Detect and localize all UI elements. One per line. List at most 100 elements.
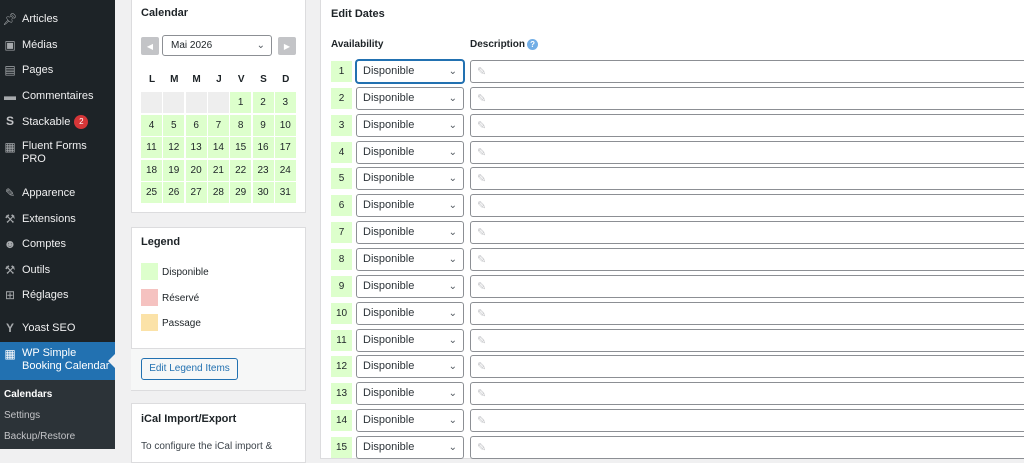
calendar-day[interactable]: 20	[185, 159, 207, 181]
description-input[interactable]: ✎	[470, 328, 1024, 352]
calendar-day[interactable]: 30	[252, 182, 274, 203]
availability-select[interactable]: Disponible ⌄	[356, 86, 464, 110]
sidebar-item-reglages[interactable]: ⊞ Réglages	[0, 288, 115, 304]
calendar-day[interactable]: 18	[141, 159, 162, 181]
calendar-day[interactable]: 19	[163, 159, 185, 181]
availability-select[interactable]: Disponible ⌄	[356, 274, 464, 298]
month-select[interactable]: Mai 2026 ⌄	[162, 35, 272, 56]
legend-swatch-available	[141, 263, 158, 280]
calendar-day[interactable]: 7	[207, 114, 229, 136]
calendar-day[interactable]: 31	[274, 182, 296, 203]
calendar-day[interactable]: 4	[141, 114, 162, 136]
chevron-down-icon: ⌄	[448, 280, 457, 292]
availability-select[interactable]: Disponible ⌄	[356, 409, 464, 433]
sidebar-item-comptes[interactable]: ☻ Comptes	[0, 237, 115, 253]
calendar-day[interactable]: 24	[274, 159, 296, 181]
availability-select[interactable]: Disponible ⌄	[356, 382, 464, 406]
description-input[interactable]: ✎	[470, 247, 1024, 271]
calendar-day[interactable]: 14	[207, 137, 229, 158]
calendar-day[interactable]: 10	[274, 114, 296, 136]
description-input[interactable]: ✎	[470, 86, 1024, 110]
sidebar-submenu: Calendars Settings Backup/Restore	[0, 380, 115, 449]
availability-select[interactable]: Disponible ⌄	[356, 301, 464, 325]
calendar-day[interactable]: 16	[252, 137, 274, 158]
availability-select[interactable]: Disponible ⌄	[356, 167, 464, 191]
availability-select[interactable]: Disponible ⌄	[356, 113, 464, 137]
availability-select[interactable]: Disponible ⌄	[356, 435, 464, 459]
sidebar-item-label: Fluent Forms	[22, 140, 87, 152]
sidebar-item-yoast-seo[interactable]: Y Yoast SEO	[0, 321, 115, 337]
wrench-icon: ⚒	[4, 263, 16, 277]
next-month-button[interactable]: ▶	[278, 37, 296, 55]
sidebar-item-outils[interactable]: ⚒ Outils	[0, 263, 115, 279]
calendar-day[interactable]: 12	[163, 137, 185, 158]
availability-select[interactable]: Disponible ⌄	[356, 221, 464, 245]
edit-legend-items-button[interactable]: Edit Legend Items	[141, 358, 238, 380]
calendar-day[interactable]: 23	[252, 159, 274, 181]
description-input[interactable]: ✎	[470, 140, 1024, 164]
chevron-left-icon: ◀	[146, 41, 154, 51]
sidebar-item-fluent-forms[interactable]: ▦ Fluent Forms PRO	[0, 140, 115, 168]
sidebar-item-wp-simple-booking-calendar[interactable]: ▦ WP Simple Booking Calendar	[0, 347, 115, 375]
description-input[interactable]: ✎	[470, 409, 1024, 433]
calendar-day[interactable]: 15	[230, 137, 252, 158]
availability-select[interactable]: Disponible ⌄	[356, 247, 464, 271]
description-input[interactable]: ✎	[470, 382, 1024, 406]
availability-select[interactable]: Disponible ⌄	[356, 328, 464, 352]
sidebar-item-pages[interactable]: ▤ Pages	[0, 63, 115, 79]
availability-select[interactable]: Disponible ⌄	[356, 60, 464, 83]
calendar-day[interactable]: 8	[230, 114, 252, 136]
description-input[interactable]: ✎	[470, 301, 1024, 325]
sidebar-item-commentaires[interactable]: ▬ Commentaires	[0, 89, 115, 105]
prev-month-button[interactable]: ◀	[141, 37, 159, 55]
calendar-empty-cell	[207, 92, 229, 113]
description-input[interactable]: ✎	[470, 221, 1024, 245]
description-input[interactable]: ✎	[470, 194, 1024, 218]
sidebar-item-medias[interactable]: ▣ Médias	[0, 38, 115, 54]
availability-select[interactable]: Disponible ⌄	[356, 140, 464, 164]
description-input[interactable]: ✎	[470, 167, 1024, 191]
description-input[interactable]: ✎	[470, 113, 1024, 137]
description-input[interactable]: ✎	[470, 435, 1024, 459]
submenu-item-settings[interactable]: Settings	[4, 410, 40, 421]
availability-select-value: Disponible	[363, 333, 415, 346]
help-icon[interactable]: ?	[527, 39, 539, 50]
submenu-item-backup-restore[interactable]: Backup/Restore	[4, 431, 75, 442]
calendar-day[interactable]: 11	[141, 137, 162, 158]
calendar-day[interactable]: 1	[230, 92, 252, 113]
chevron-down-icon: ⌄	[448, 441, 457, 453]
sidebar-item-label: Commentaires	[22, 90, 94, 102]
calendar-day[interactable]: 17	[274, 137, 296, 158]
availability-select[interactable]: Disponible ⌄	[356, 355, 464, 379]
description-input[interactable]: ✎	[470, 60, 1024, 83]
sidebar-item-articles[interactable]: 📌︎ Articles	[0, 12, 115, 28]
calendar-day[interactable]: 22	[230, 159, 252, 181]
calendar-day[interactable]: 27	[185, 182, 207, 203]
calendar-day[interactable]: 26	[163, 182, 185, 203]
availability-select-value: Disponible	[363, 199, 415, 212]
sidebar-item-label-2: PRO	[22, 153, 46, 165]
calendar-day[interactable]: 21	[207, 159, 229, 181]
description-input[interactable]: ✎	[470, 274, 1024, 298]
calendar-day[interactable]: 3	[274, 92, 296, 113]
calendar-day[interactable]: 25	[141, 182, 162, 203]
calendar-day[interactable]: 28	[207, 182, 229, 203]
sidebar-item-apparence[interactable]: ✎ Apparence	[0, 186, 115, 202]
ical-panel	[131, 403, 306, 463]
sidebar-item-label: Réglages	[22, 289, 69, 301]
date-row-day: 4	[331, 141, 352, 163]
sidebar-item-label: Comptes	[22, 238, 67, 250]
sidebar-item-stackable[interactable]: S Stackable 2	[0, 114, 115, 130]
calendar-day[interactable]: 2	[252, 92, 274, 113]
availability-select[interactable]: Disponible ⌄	[356, 194, 464, 218]
weekday-header: S	[260, 74, 267, 85]
notification-badge: 2	[74, 115, 89, 129]
description-input[interactable]: ✎	[470, 355, 1024, 379]
calendar-day[interactable]: 5	[163, 114, 185, 136]
sidebar-item-extensions[interactable]: ⚒ Extensions	[0, 212, 115, 228]
calendar-day[interactable]: 6	[185, 114, 207, 136]
calendar-day[interactable]: 9	[252, 114, 274, 136]
submenu-item-calendars[interactable]: Calendars	[4, 389, 52, 400]
calendar-day[interactable]: 13	[185, 137, 207, 158]
calendar-day[interactable]: 29	[230, 182, 252, 203]
